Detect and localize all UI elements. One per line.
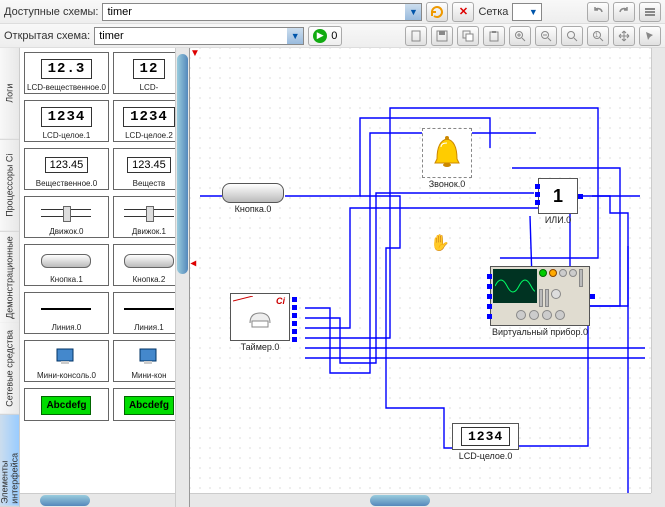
or-text: 1 bbox=[553, 186, 563, 207]
node-timer-label: Таймер.0 bbox=[241, 342, 280, 352]
available-schemes-combo[interactable]: ▼ bbox=[102, 3, 422, 21]
palette-item-0[interactable]: 12.3LCD-вещественное.0 bbox=[24, 52, 109, 94]
hand-cursor-icon: ✋ bbox=[430, 233, 450, 253]
bell-icon bbox=[427, 133, 467, 173]
canvas-hscroll[interactable] bbox=[190, 493, 651, 507]
node-timer[interactable]: Ci Таймер.0 bbox=[230, 293, 290, 352]
zoom-out-button[interactable] bbox=[535, 26, 557, 46]
node-scope-label: Виртуальный прибор.0 bbox=[492, 327, 588, 337]
palette-item-2[interactable]: 1234LCD-целое.1 bbox=[24, 100, 109, 142]
zoom-fit-button[interactable] bbox=[561, 26, 583, 46]
available-schemes-label: Доступные схемы: bbox=[4, 6, 98, 18]
ruler-marker-h: ▼ bbox=[190, 48, 200, 59]
node-button[interactable]: Кнопка.0 bbox=[222, 183, 284, 214]
toolbar-available: Доступные схемы: ▼ ✕ Сетка ▼ bbox=[0, 0, 665, 24]
paste-button[interactable] bbox=[483, 26, 505, 46]
zoom-actual-button[interactable]: 1 bbox=[587, 26, 609, 46]
node-lcd-label: LCD-целое.0 bbox=[459, 451, 513, 461]
lcd-value: 1234 bbox=[461, 427, 510, 446]
canvas-area: ▼ ▼ bbox=[190, 48, 665, 507]
node-or[interactable]: 1 ИЛИ.0 bbox=[538, 178, 578, 225]
redo-button[interactable] bbox=[613, 2, 635, 22]
palette-item-4[interactable]: 123.45Вещественное.0 bbox=[24, 148, 109, 190]
play-icon: ▶ bbox=[313, 29, 327, 43]
open-scheme-input[interactable] bbox=[95, 28, 287, 44]
palette-item-8[interactable]: Кнопка.1 bbox=[24, 244, 109, 286]
node-bell-label: Звонок.0 bbox=[429, 179, 466, 189]
pan-button[interactable] bbox=[613, 26, 635, 46]
undo-button[interactable] bbox=[587, 2, 609, 22]
node-bell[interactable]: Звонок.0 bbox=[422, 128, 472, 189]
tab-ui-elements[interactable]: Элементы интерфейса bbox=[0, 415, 19, 507]
pointer-button[interactable] bbox=[639, 26, 661, 46]
toolbar-open: Открытая схема: ▼ ▶ 0 1 bbox=[0, 24, 665, 48]
tab-processors[interactable]: Процессоры Ci bbox=[0, 140, 19, 232]
new-button[interactable] bbox=[405, 26, 427, 46]
palette-vscroll[interactable] bbox=[175, 48, 189, 507]
node-button-label: Кнопка.0 bbox=[235, 204, 272, 214]
zoom-in-button[interactable] bbox=[509, 26, 531, 46]
grid-label: Сетка bbox=[478, 6, 508, 18]
waveform-icon bbox=[495, 274, 535, 298]
open-scheme-combo[interactable]: ▼ bbox=[94, 27, 304, 45]
timer-badge: Ci bbox=[276, 296, 285, 306]
palette-item-10[interactable]: Линия.0 bbox=[24, 292, 109, 334]
chevron-down-icon[interactable]: ▼ bbox=[287, 28, 303, 44]
counter-value: 0 bbox=[331, 30, 337, 42]
tab-logi[interactable]: Логи bbox=[0, 48, 19, 140]
ruler-marker-v: ▼ bbox=[190, 259, 198, 269]
palette-hscroll[interactable] bbox=[20, 493, 175, 507]
palette-item-6[interactable]: Движок.0 bbox=[24, 196, 109, 238]
save-button[interactable] bbox=[431, 26, 453, 46]
diagram-canvas[interactable]: ▼ ▼ bbox=[190, 48, 651, 493]
settings-button[interactable] bbox=[639, 2, 661, 22]
tab-network[interactable]: Сетевые средства bbox=[0, 323, 19, 415]
open-scheme-label: Открытая схема: bbox=[4, 30, 90, 42]
palette-item-12[interactable]: Мини-консоль.0 bbox=[24, 340, 109, 382]
canvas-vscroll[interactable] bbox=[651, 48, 665, 493]
category-tabs: Логи Процессоры Ci Демонстрационные Сете… bbox=[0, 48, 20, 507]
node-or-label: ИЛИ.0 bbox=[545, 215, 571, 225]
element-palette: 12.3LCD-вещественное.012LCD-1234LCD-цело… bbox=[20, 48, 190, 507]
chevron-down-icon[interactable]: ▼ bbox=[405, 4, 421, 20]
delete-button[interactable]: ✕ bbox=[452, 2, 474, 22]
node-scope[interactable]: Виртуальный прибор.0 bbox=[490, 266, 590, 337]
tab-demo[interactable]: Демонстрационные bbox=[0, 232, 19, 324]
available-schemes-input[interactable] bbox=[103, 4, 405, 20]
node-lcd[interactable]: 1234 LCD-целое.0 bbox=[452, 423, 519, 461]
refresh-button[interactable] bbox=[426, 2, 448, 22]
palette-item-14[interactable]: Abcdefg bbox=[24, 388, 109, 421]
copy-button[interactable] bbox=[457, 26, 479, 46]
run-counter[interactable]: ▶ 0 bbox=[308, 26, 342, 46]
grid-size-input[interactable]: ▼ bbox=[512, 3, 542, 21]
